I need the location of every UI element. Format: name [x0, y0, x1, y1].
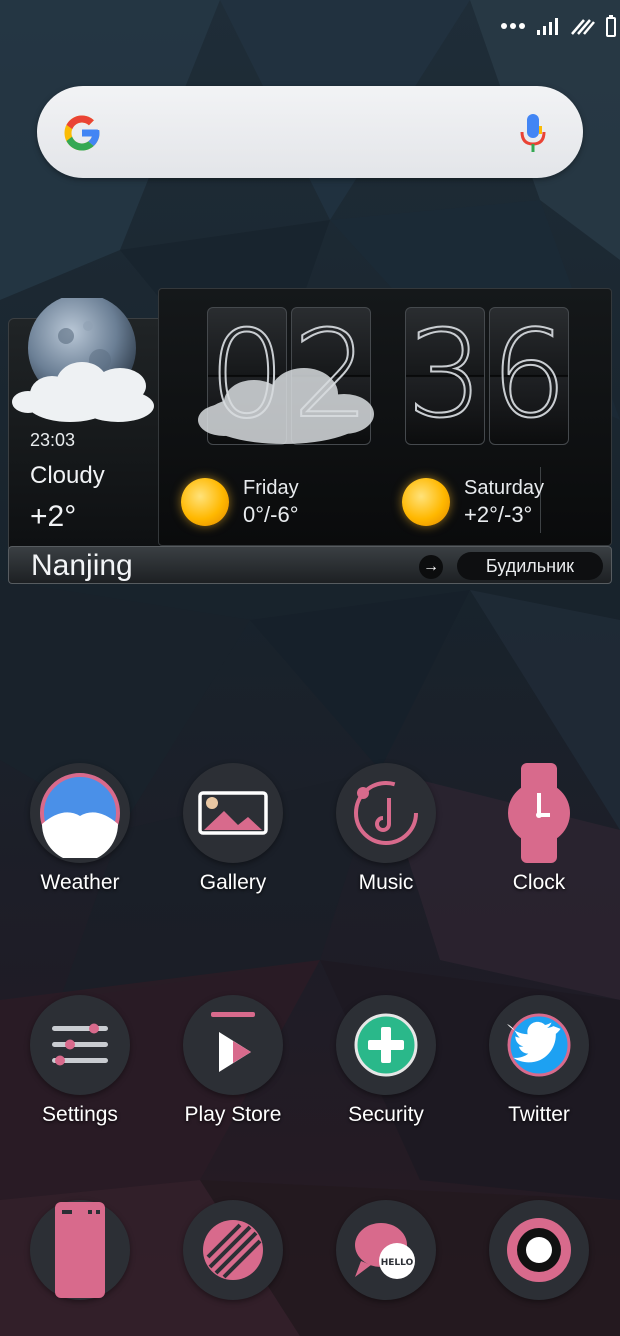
- app-weather[interactable]: Weather: [5, 763, 155, 895]
- alarm-button[interactable]: Будильник: [457, 552, 603, 580]
- clock-minute-digit: 3: [405, 306, 485, 445]
- app-messaging[interactable]: HELLO: [311, 1200, 461, 1300]
- battery-icon: [606, 15, 616, 37]
- signal-icon: [537, 18, 558, 35]
- cloud-overlay-icon: [198, 368, 374, 444]
- moon-cloud-icon: [12, 298, 154, 422]
- hello-badge: HELLO: [381, 1258, 414, 1268]
- settings-icon[interactable]: [30, 995, 130, 1095]
- microphone-icon[interactable]: [519, 112, 547, 154]
- app-label: Weather: [40, 871, 120, 894]
- arrow-right-icon[interactable]: →: [419, 555, 443, 579]
- browser-icon[interactable]: [183, 1200, 283, 1300]
- google-g-icon: [64, 115, 100, 151]
- forecast-day: Friday: [243, 477, 299, 499]
- current-temperature: +2°: [30, 500, 77, 533]
- app-play-store[interactable]: Play Store: [158, 995, 308, 1127]
- app-clock[interactable]: Clock: [464, 763, 614, 895]
- signal-slashed-icon: [571, 19, 595, 35]
- app-label: Gallery: [199, 871, 267, 894]
- forecast-day: Saturday: [464, 477, 545, 499]
- camera-icon[interactable]: [489, 1200, 589, 1300]
- play-store-icon[interactable]: [183, 995, 283, 1095]
- app-settings[interactable]: Settings: [5, 995, 155, 1127]
- app-camera[interactable]: [464, 1200, 614, 1300]
- weather-icon[interactable]: [30, 763, 130, 863]
- sun-icon: [402, 478, 450, 526]
- app-label: Play Store: [184, 1103, 282, 1126]
- app-gallery[interactable]: Gallery: [158, 763, 308, 895]
- app-label: Music: [358, 871, 414, 894]
- wallpaper: [0, 0, 620, 1336]
- forecast-item: Saturday +2°/-3°: [402, 475, 544, 529]
- sun-icon: [181, 478, 229, 526]
- forecast-range: +2°/-3°: [464, 502, 533, 527]
- forecast-range: 0°/-6°: [243, 502, 299, 527]
- city-name: Nanjing: [31, 549, 133, 582]
- file-manager-icon[interactable]: [30, 1200, 130, 1300]
- twitter-icon[interactable]: [489, 995, 589, 1095]
- clock-minute-digit: 6: [489, 306, 569, 445]
- messaging-icon[interactable]: HELLO: [336, 1200, 436, 1300]
- status-bar: [500, 12, 620, 40]
- weather-updated-time: 23:03: [30, 430, 76, 450]
- forecast-item: Friday 0°/-6°: [181, 475, 299, 529]
- app-label: Security: [348, 1103, 424, 1126]
- clock-icon[interactable]: [489, 763, 589, 863]
- app-file-manager[interactable]: [5, 1200, 155, 1300]
- more-dots-icon: [501, 23, 525, 29]
- google-search-bar[interactable]: [37, 86, 583, 178]
- app-music[interactable]: Music: [311, 763, 461, 895]
- clock-minutes: 3 6: [405, 307, 569, 445]
- city-bar: Nanjing → Будильник: [8, 546, 612, 584]
- gallery-icon[interactable]: [183, 763, 283, 863]
- app-twitter[interactable]: Twitter: [464, 995, 614, 1127]
- security-icon[interactable]: [336, 995, 436, 1095]
- weather-condition: Cloudy: [30, 462, 105, 489]
- music-icon[interactable]: [336, 763, 436, 863]
- app-security[interactable]: Security: [311, 995, 461, 1127]
- app-label: Twitter: [508, 1103, 570, 1126]
- weather-clock-widget[interactable]: 0 2 3 6 Friday 0°/-6° Saturday +2°/-3° 2…: [8, 288, 612, 588]
- app-label: Clock: [512, 871, 566, 894]
- app-label: Settings: [42, 1103, 118, 1126]
- app-browser[interactable]: [158, 1200, 308, 1300]
